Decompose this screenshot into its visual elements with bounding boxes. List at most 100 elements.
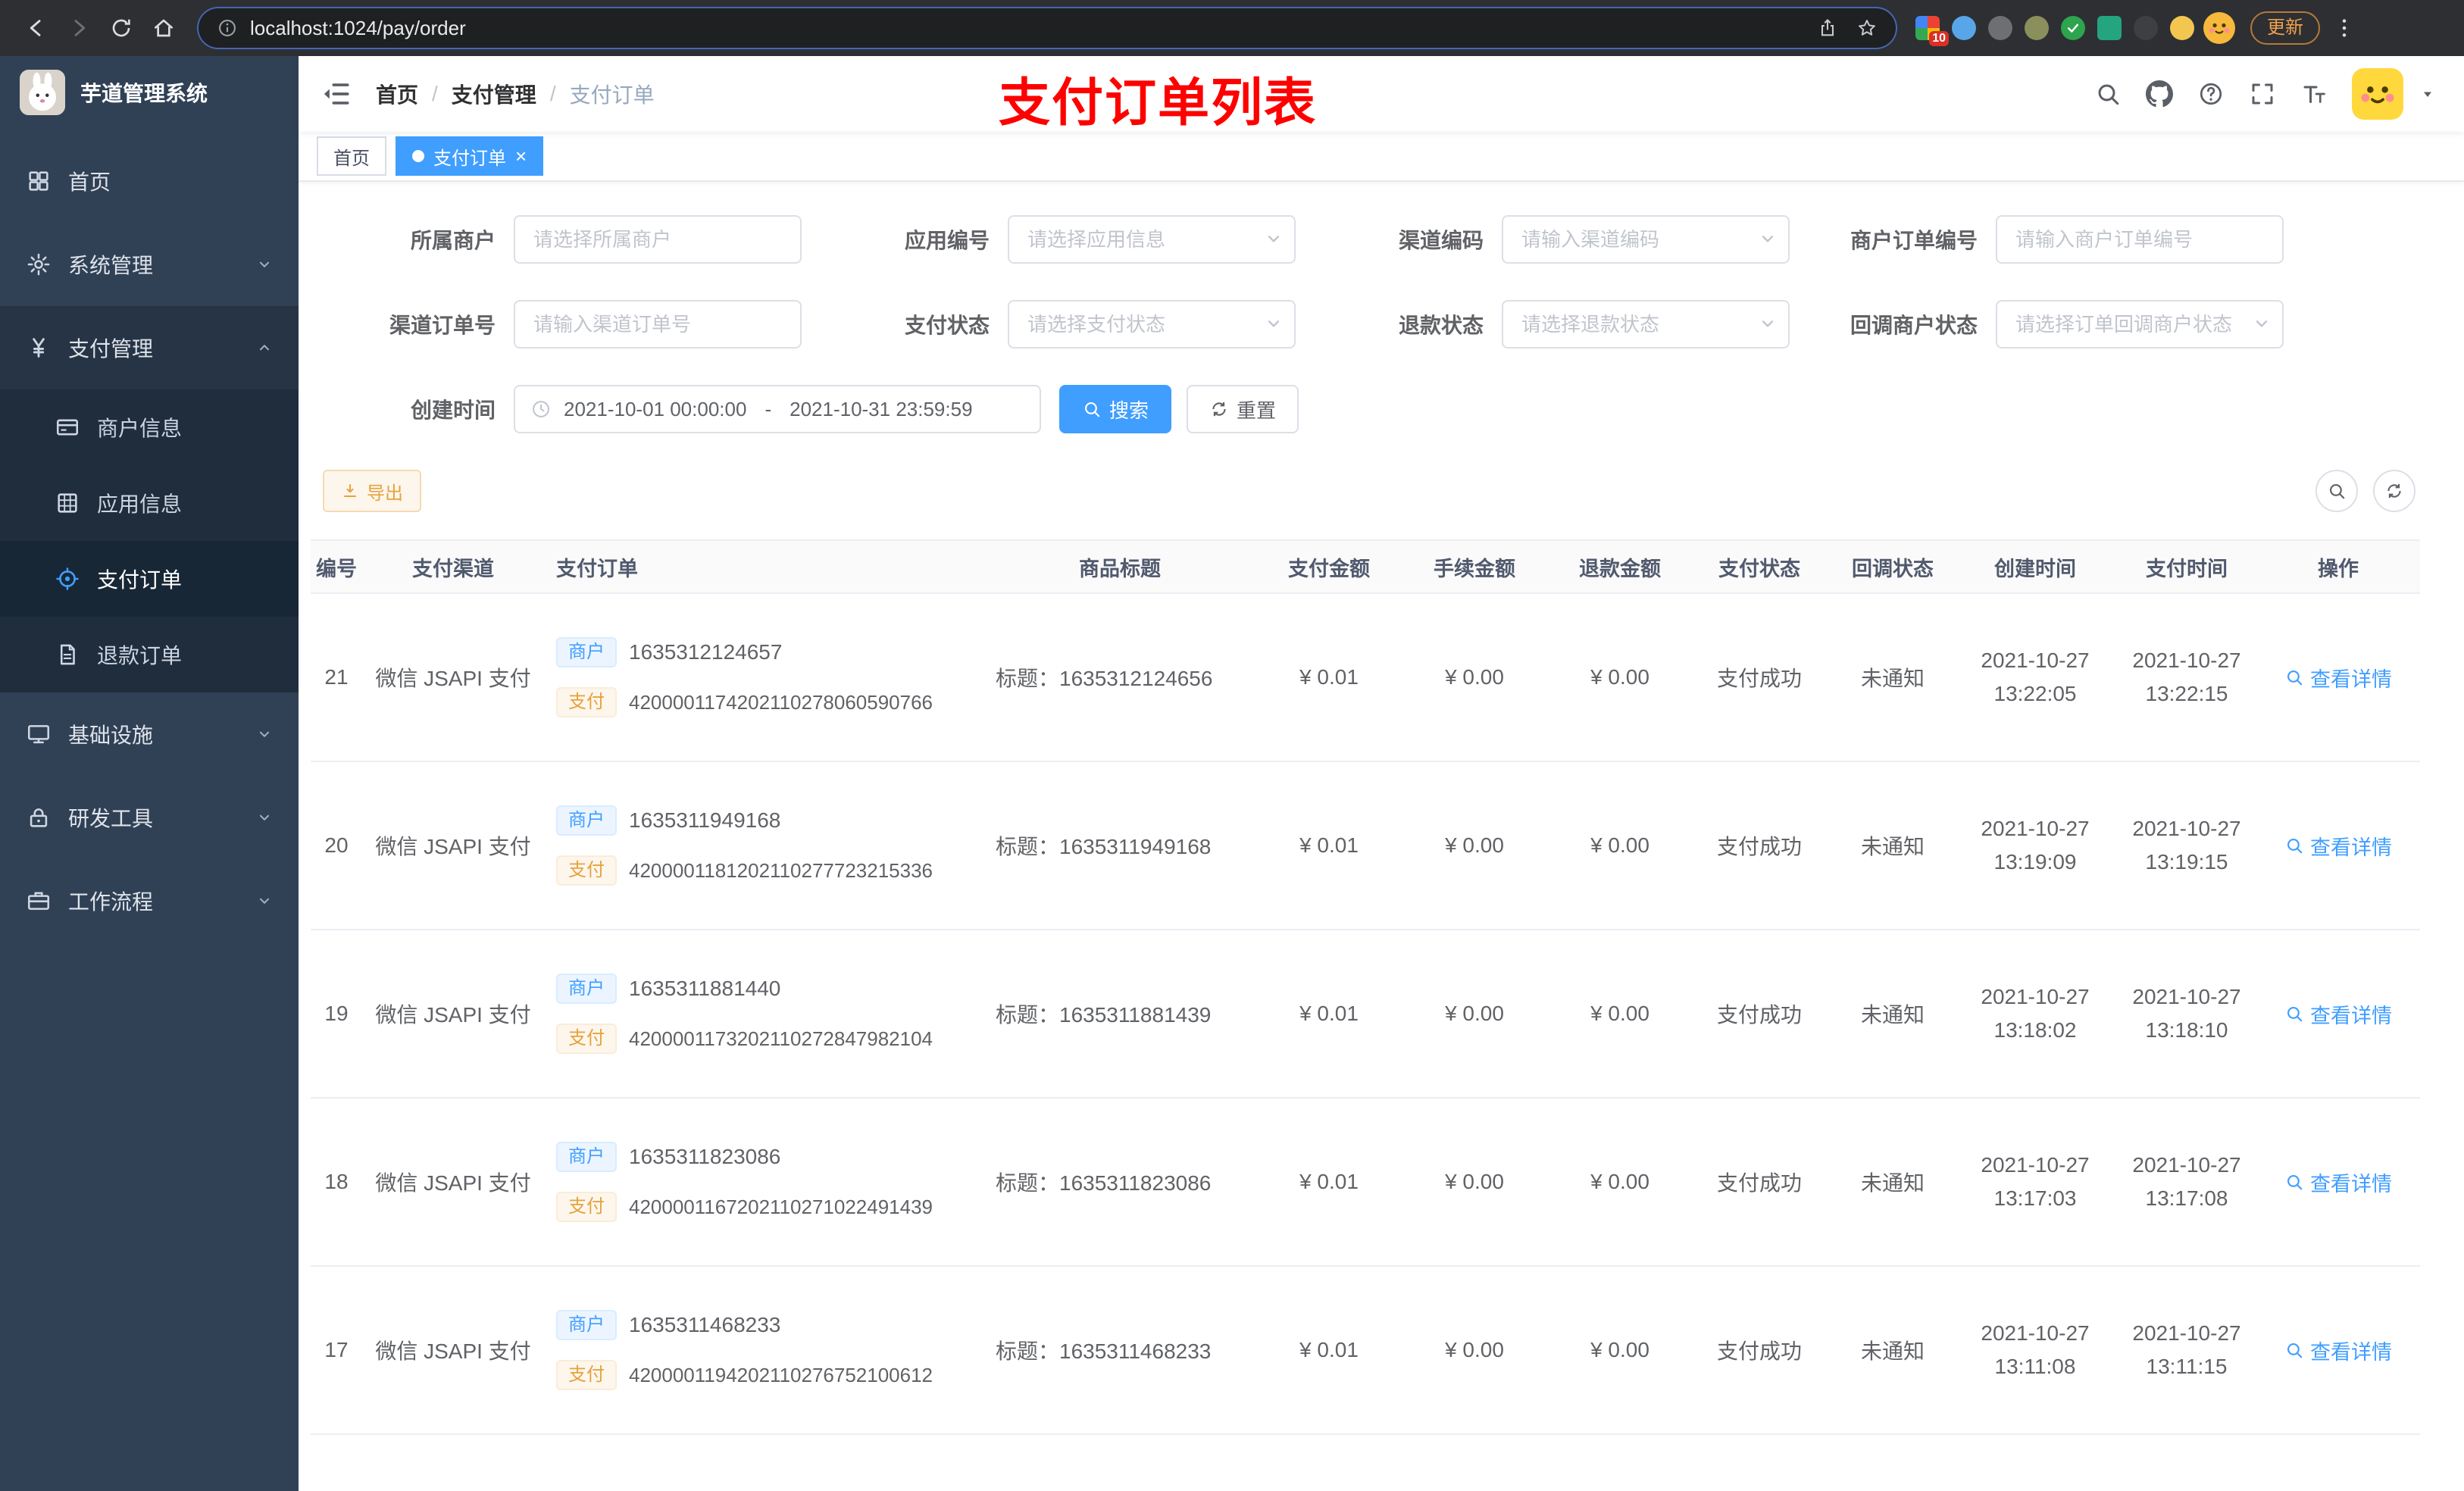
yen-icon [26, 335, 52, 361]
sidebar-item-payment[interactable]: 支付管理 [0, 306, 299, 389]
notify-status-select[interactable] [1996, 300, 2284, 349]
tab-pay-order[interactable]: 支付订单 × [396, 136, 544, 176]
sidebar-item-refund-order[interactable]: 退款订单 [0, 617, 299, 692]
active-tab-dot [412, 150, 424, 162]
table-row: 20 微信 JSAPI 支付 商户 1635311949168 支付 4200001… [311, 762, 2420, 930]
date-start-value[interactable]: 2021-10-01 00:00:00 [564, 398, 746, 421]
sidebar-item-merchant-info[interactable]: 商户信息 [0, 389, 299, 465]
avatar-face-icon [2352, 68, 2403, 120]
address-bar[interactable]: localhost:1024/pay/order [197, 7, 1897, 49]
channel-order-no-input[interactable] [514, 300, 802, 349]
chevron-up-icon [256, 339, 273, 356]
tab-close-icon[interactable]: × [515, 146, 527, 166]
breadcrumb-home[interactable]: 首页 [376, 79, 418, 109]
pay-status: 支付成功 [1716, 835, 1802, 858]
filter-label: 退款状态 [1398, 314, 1484, 337]
browser-home-button[interactable] [142, 7, 185, 49]
browser-update-button[interactable]: 更新 [2250, 11, 2320, 45]
caret-down-icon[interactable] [2419, 85, 2437, 103]
view-detail-link[interactable]: 查看详情 [2284, 663, 2392, 692]
breadcrumb: 首页 / 支付管理 / 支付订单 [376, 79, 655, 109]
orders-table: 编号 支付渠道 支付订单 商品标题 支付金额 手续金额 退款金额 支付状态 回调… [311, 539, 2420, 1491]
sidebar: 芋道管理系统 首页 系统管理 支付管理 商户信息 应用信息 支付订单 退款订单 … [0, 56, 299, 1491]
site-info-icon[interactable] [217, 17, 238, 39]
pay-status: 支付成功 [1716, 1339, 1802, 1363]
search-icon[interactable] [2094, 80, 2122, 108]
arrow-left-icon [24, 16, 48, 40]
extension-icon[interactable] [2134, 16, 2158, 40]
help-icon[interactable] [2197, 80, 2225, 108]
extension-icon[interactable] [2025, 16, 2049, 40]
bookmark-star-icon[interactable] [1856, 17, 1878, 39]
sidebar-item-label: 研发工具 [68, 807, 154, 830]
merchant-select[interactable] [514, 215, 802, 264]
payment-submenu: 商户信息 应用信息 支付订单 退款订单 [0, 389, 299, 692]
filter-label: 回调商户状态 [1850, 314, 1978, 337]
tab-home[interactable]: 首页 [317, 136, 386, 176]
browser-profile-avatar[interactable] [2203, 12, 2235, 44]
chevron-down-icon [256, 892, 273, 909]
url-text[interactable]: localhost:1024/pay/order [250, 17, 1805, 40]
filter-label: 创建时间 [410, 399, 496, 422]
view-detail-link[interactable]: 查看详情 [2284, 1336, 2392, 1365]
fullscreen-icon[interactable] [2249, 80, 2276, 108]
document-icon [55, 642, 80, 667]
extension-icon[interactable] [2170, 16, 2194, 40]
font-size-icon[interactable] [2300, 80, 2328, 108]
show-search-button[interactable] [2315, 470, 2358, 512]
browser-toolbar: localhost:1024/pay/order 10 更新 [0, 0, 2464, 56]
user-avatar[interactable] [2352, 68, 2403, 120]
filter-notify-status: 回调商户状态 [1808, 300, 2302, 349]
breadcrumb-current: 支付订单 [569, 83, 655, 107]
search-icon [2284, 1340, 2304, 1360]
smiley-face-icon [2203, 12, 2235, 44]
pay-status-select[interactable] [1008, 300, 1296, 349]
sidebar-item-workflow[interactable]: 工作流程 [0, 859, 299, 942]
extension-icon[interactable] [2097, 16, 2122, 40]
github-icon[interactable] [2146, 80, 2173, 108]
table-row: 21 微信 JSAPI 支付 商户 1635312124657 支付 4200001… [311, 594, 2420, 762]
notify-status: 未通知 [1860, 667, 1925, 690]
share-icon[interactable] [1817, 17, 1838, 39]
sidebar-item-system[interactable]: 系统管理 [0, 223, 299, 306]
sidebar-item-pay-order[interactable]: 支付订单 [0, 541, 299, 617]
sidebar-toggle-icon[interactable] [320, 77, 353, 111]
sidebar-item-app-info[interactable]: 应用信息 [0, 465, 299, 541]
sidebar-item-label: 支付管理 [68, 337, 154, 361]
browser-back-button[interactable] [15, 7, 58, 49]
extension-icon[interactable]: 10 [1915, 16, 1949, 46]
browser-forward-button[interactable] [58, 7, 100, 49]
app-select[interactable] [1008, 215, 1296, 264]
browser-menu-button[interactable] [2329, 10, 2359, 46]
dashboard-icon [26, 168, 52, 194]
export-button[interactable]: 导出 [323, 470, 421, 512]
refresh-icon [2384, 481, 2404, 501]
view-detail-link[interactable]: 查看详情 [2284, 999, 2392, 1029]
filter-pay-status: 支付状态 [820, 300, 1314, 349]
refresh-icon [1209, 399, 1229, 419]
page-title-annotation: 支付订单列表 [999, 74, 1318, 132]
extension-icon[interactable] [1988, 16, 2012, 40]
kebab-menu-icon [2332, 16, 2356, 40]
extension-icon[interactable] [2061, 16, 2085, 40]
merchant-tag: 商户 [556, 1142, 617, 1172]
extension-icon[interactable] [1952, 16, 1976, 40]
breadcrumb-payment[interactable]: 支付管理 [452, 79, 536, 109]
browser-reload-button[interactable] [100, 7, 142, 49]
merchant-order-no-input[interactable] [1996, 215, 2284, 264]
sidebar-item-home[interactable]: 首页 [0, 139, 299, 223]
view-detail-link[interactable]: 查看详情 [2284, 1167, 2392, 1197]
refund-status-select[interactable] [1502, 300, 1790, 349]
chevron-down-icon [256, 726, 273, 742]
date-range-picker[interactable]: 2021-10-01 00:00:00 - 2021-10-31 23:59:5… [514, 385, 1041, 433]
channel-code-select[interactable] [1502, 215, 1790, 264]
sidebar-item-label: 基础设施 [68, 724, 154, 747]
sidebar-item-devtools[interactable]: 研发工具 [0, 776, 299, 859]
app-logo[interactable]: 芋道管理系统 [0, 56, 299, 129]
view-detail-link[interactable]: 查看详情 [2284, 831, 2392, 861]
reset-button[interactable]: 重置 [1187, 385, 1299, 433]
refresh-table-button[interactable] [2373, 470, 2416, 512]
date-end-value[interactable]: 2021-10-31 23:59:59 [790, 398, 972, 421]
sidebar-item-infra[interactable]: 基础设施 [0, 692, 299, 776]
search-button[interactable]: 搜索 [1059, 385, 1172, 433]
